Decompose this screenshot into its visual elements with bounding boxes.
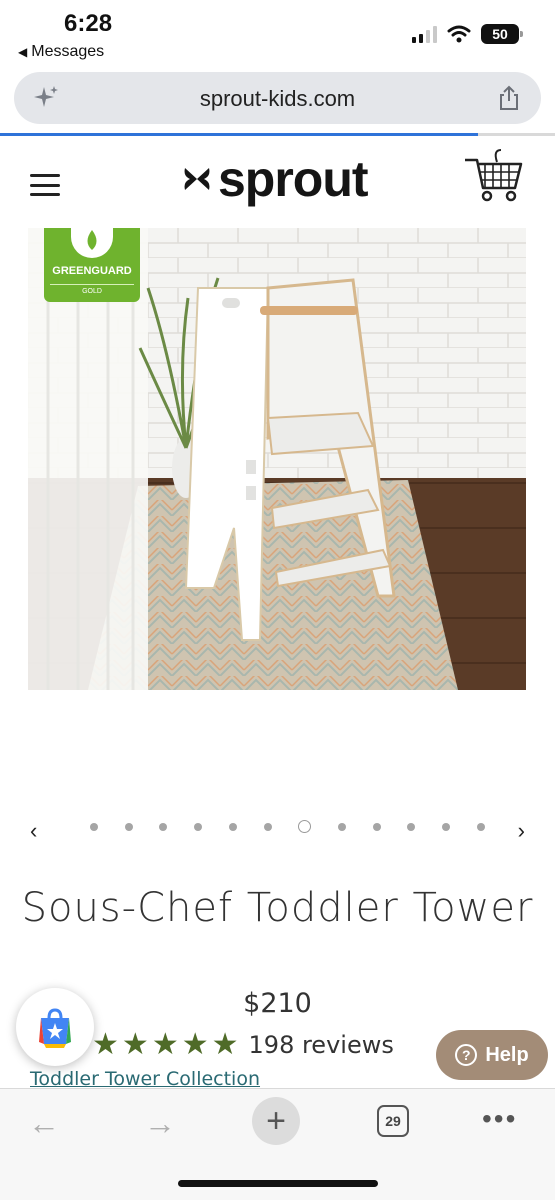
status-time: 6:28 (64, 10, 113, 37)
carousel-dot[interactable] (90, 822, 98, 831)
leaf-icon (71, 224, 113, 258)
review-count[interactable]: 198 reviews (249, 1031, 394, 1059)
star-icon: ★ (121, 1028, 149, 1061)
collection-link[interactable]: Toddler Tower Collection (30, 1068, 260, 1090)
badge-title: GREENGUARD (52, 265, 132, 277)
greenguard-gold-badge: GREENGUARD GOLD (44, 224, 140, 302)
carousel-dot[interactable] (298, 820, 312, 833)
carousel-dot[interactable] (228, 822, 237, 831)
star-icon: ★ (211, 1028, 239, 1061)
carousel-prev-chevron-icon[interactable]: ‹ (30, 818, 37, 844)
carousel-dot[interactable] (372, 822, 381, 831)
help-question-icon: ? (455, 1044, 478, 1066)
carousel-dot[interactable] (159, 822, 168, 831)
carousel-next-chevron-icon[interactable]: › (518, 818, 525, 844)
new-tab-plus-icon[interactable]: + (252, 1097, 300, 1145)
status-icons: 50 (412, 24, 523, 44)
help-button[interactable]: ? Help (436, 1030, 548, 1080)
carousel-dot[interactable] (263, 822, 272, 831)
star-icon: ★ (151, 1028, 179, 1061)
carousel-dot[interactable] (338, 822, 347, 831)
status-bar: 6:28 ◀ Messages 50 (0, 0, 555, 68)
share-icon[interactable] (495, 84, 523, 112)
more-options-icon[interactable]: ••• (482, 1103, 517, 1135)
product-title: Sous-Chef Toddler Tower (21, 885, 534, 931)
back-arrow-icon[interactable]: ← (28, 1105, 60, 1142)
page-load-progress-track (478, 133, 555, 136)
star-icon: ★ (181, 1028, 209, 1061)
forward-arrow-icon[interactable]: → (144, 1105, 176, 1142)
help-label: Help (485, 1043, 529, 1066)
sprout-logo[interactable]: sprout (182, 150, 369, 208)
star-icon: ★ (92, 1028, 119, 1061)
badge-level: GOLD (50, 284, 134, 295)
shop-rewards-button[interactable] (16, 988, 94, 1066)
image-carousel-controls: ‹ › (0, 808, 555, 848)
back-to-messages[interactable]: ◀ Messages (18, 43, 104, 61)
product-rating[interactable]: ★ ★ ★ ★ ★ 198 reviews (92, 1030, 394, 1060)
cart-icon[interactable] (463, 148, 527, 204)
logo-text: sprout (218, 151, 369, 207)
rating-stars: ★ ★ ★ ★ ★ (92, 1030, 239, 1060)
logo-mark-icon (184, 168, 210, 190)
site-header: sprout (0, 140, 555, 228)
carousel-dot[interactable] (476, 822, 485, 831)
carousel-dots (90, 820, 485, 833)
tab-switcher-button[interactable]: 29 (377, 1105, 409, 1137)
page-load-progress (0, 133, 478, 136)
carousel-dot[interactable] (194, 822, 203, 831)
home-indicator[interactable] (178, 1180, 378, 1187)
wifi-icon (447, 25, 471, 43)
back-messages-label: Messages (31, 43, 105, 60)
carousel-dot[interactable] (442, 822, 451, 831)
menu-icon[interactable] (30, 174, 60, 196)
back-triangle-icon: ◀ (18, 45, 28, 59)
battery-indicator: 50 (481, 24, 523, 44)
cellular-signal-icon (412, 25, 437, 43)
address-bar[interactable]: sprout-kids.com (14, 72, 541, 124)
shopping-bag-star-icon (39, 1008, 71, 1048)
url-text[interactable]: sprout-kids.com (14, 86, 541, 112)
carousel-dot[interactable] (124, 822, 133, 831)
carousel-dot[interactable] (407, 822, 416, 831)
